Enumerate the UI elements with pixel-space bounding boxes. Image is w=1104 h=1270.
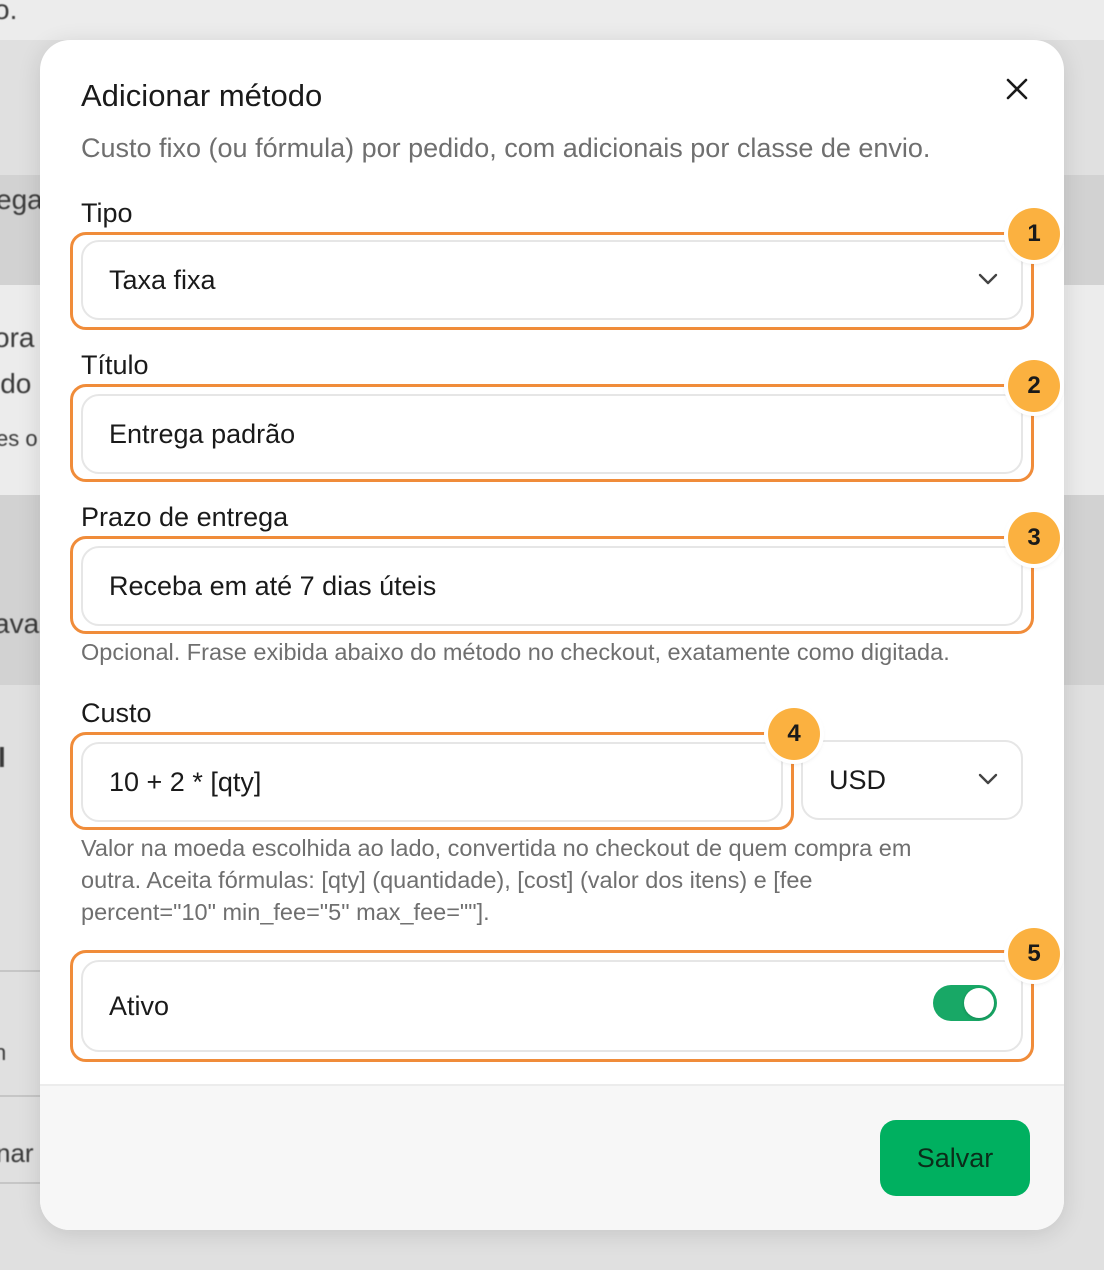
delivery-time-label: Prazo de entrega <box>81 502 289 532</box>
bg-fragment: o. <box>0 0 18 25</box>
step-badge-3: 3 <box>1008 512 1060 564</box>
active-label: Ativo <box>109 990 170 1021</box>
bg-fragment: es o <box>0 426 38 451</box>
bg-fragment: n <box>0 1040 7 1065</box>
bg-fragment: ega <box>0 184 43 215</box>
type-select-value: Taxa fixa <box>109 264 216 295</box>
bg-top <box>0 0 1104 40</box>
bg-fragment: ora <box>0 322 35 353</box>
add-method-modal: Adicionar método Custo fixo (ou fórmula)… <box>40 40 1064 1230</box>
delivery-time-help: Opcional. Frase exibida abaixo do método… <box>81 639 950 665</box>
delivery-time-input-value: Receba em até 7 dias úteis <box>109 570 437 601</box>
step-badge-2: 2 <box>1008 360 1060 412</box>
modal-description: Custo fixo (ou fórmula) por pedido, com … <box>81 133 931 163</box>
save-button[interactable]: Salvar <box>880 1120 1030 1196</box>
cost-help-line: percent="10" min_fee="5" max_fee=""]. <box>81 899 490 925</box>
bg-divider <box>0 970 40 972</box>
title-label: Título <box>81 350 149 380</box>
title-input[interactable]: Entrega padrão <box>81 394 1023 474</box>
close-button[interactable] <box>1000 72 1034 106</box>
delivery-time-input[interactable]: Receba em até 7 dias úteis <box>81 546 1023 626</box>
close-icon <box>1006 78 1028 100</box>
step-badge-5: 5 <box>1008 928 1060 980</box>
cost-help-line: outra. Aceita fórmulas: [qty] (quantidad… <box>81 867 813 893</box>
step-badge-4: 4 <box>768 708 820 760</box>
modal-title: Adicionar método <box>81 78 323 113</box>
currency-select[interactable]: USD <box>801 740 1023 820</box>
currency-select-value: USD <box>829 764 887 795</box>
bg-divider <box>0 1182 40 1184</box>
type-label: Tipo <box>81 198 133 228</box>
bg-fragment: aval <box>0 608 46 639</box>
chevron-down-icon <box>978 273 998 285</box>
cost-label: Custo <box>81 698 152 728</box>
active-toggle[interactable] <box>933 985 997 1021</box>
title-input-value: Entrega padrão <box>109 418 296 449</box>
bg-fragment: ido <box>0 368 32 399</box>
toggle-knob <box>964 988 994 1018</box>
bg-fragment: nar <box>0 1138 34 1168</box>
chevron-down-icon <box>978 773 998 785</box>
bg-fragment: l <box>0 742 6 773</box>
bg-divider <box>0 1095 40 1097</box>
cost-input-value: 10 + 2 * [qty] <box>109 766 262 797</box>
cost-input[interactable]: 10 + 2 * [qty] <box>81 742 783 822</box>
cost-help: Valor na moeda escolhida ao lado, conver… <box>81 832 911 928</box>
step-badge-1: 1 <box>1008 208 1060 260</box>
active-row: Ativo <box>81 960 1023 1052</box>
cost-help-line: Valor na moeda escolhida ao lado, conver… <box>81 835 912 861</box>
type-select[interactable]: Taxa fixa <box>81 240 1023 320</box>
